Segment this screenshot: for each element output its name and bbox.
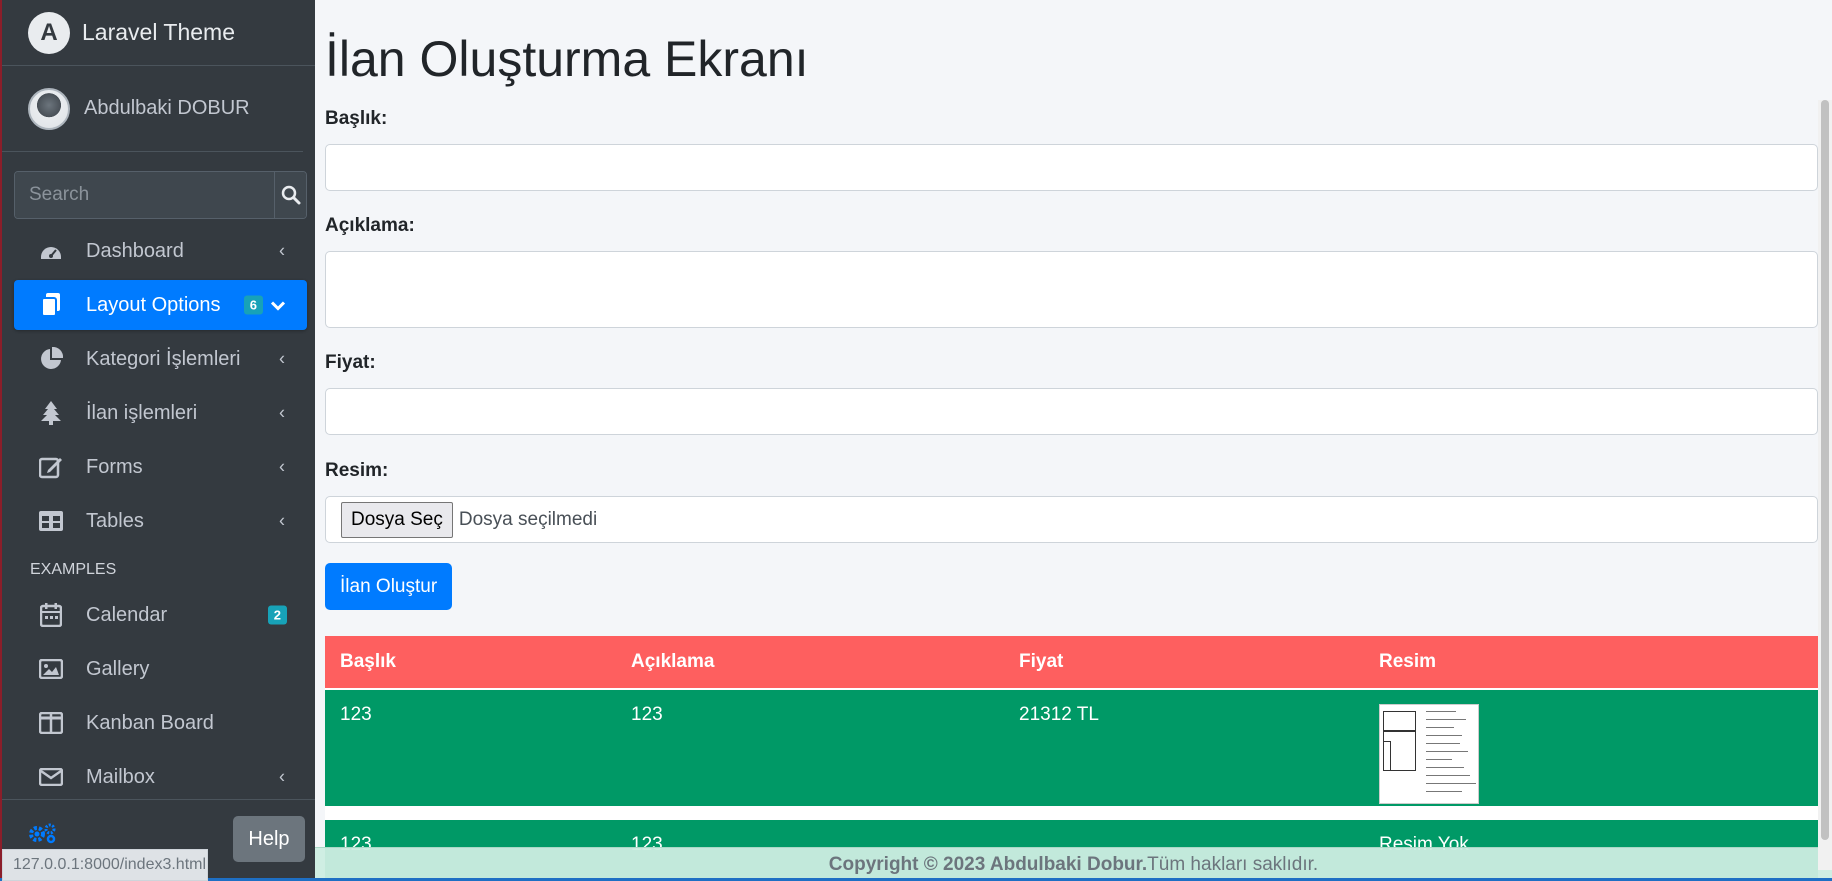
sidebar-item-forms[interactable]: Forms ‹ bbox=[14, 442, 307, 492]
description-textarea[interactable] bbox=[325, 251, 1818, 328]
chevron-left-icon: ‹ bbox=[279, 240, 285, 261]
avatar bbox=[28, 87, 70, 130]
sidebar-item-label: Mailbox bbox=[86, 765, 155, 788]
sidebar-item-label: Dashboard bbox=[86, 239, 184, 262]
sidebar-item-ilan[interactable]: İlan işlemleri ‹ bbox=[14, 388, 307, 438]
brand-title: Laravel Theme bbox=[82, 19, 235, 45]
price-input[interactable] bbox=[325, 388, 1818, 435]
page-title: İlan Oluşturma Ekranı bbox=[325, 31, 809, 87]
sidebar-item-label: Kanban Board bbox=[86, 711, 214, 734]
chevron-left-icon: ‹ bbox=[279, 766, 285, 787]
title-input[interactable] bbox=[325, 144, 1818, 191]
sidebar-item-label: Kategori İşlemleri bbox=[86, 347, 241, 370]
search-input[interactable] bbox=[15, 172, 274, 218]
footer-rights: Tüm hakları saklıdır. bbox=[1147, 853, 1319, 875]
title-label: Başlık: bbox=[325, 108, 388, 129]
chevron-left-icon: ‹ bbox=[279, 510, 285, 531]
brand-logo-icon: A bbox=[28, 11, 70, 54]
sidebar-item-label: Calendar bbox=[86, 603, 168, 626]
sidebar-item-kanban[interactable]: Kanban Board bbox=[14, 698, 307, 748]
sidebar-item-label: Gallery bbox=[86, 657, 150, 680]
cell-description: 123 bbox=[631, 704, 663, 725]
tree-icon bbox=[38, 400, 64, 426]
table-icon bbox=[38, 508, 64, 534]
sidebar-item-label: Forms bbox=[86, 455, 143, 478]
columns-icon bbox=[38, 710, 64, 736]
sidebar-item-mailbox[interactable]: Mailbox ‹ bbox=[14, 752, 307, 802]
status-bar-url: 127.0.0.1:8000/index3.html bbox=[2, 849, 208, 881]
edit-icon bbox=[38, 454, 64, 480]
sidebar-item-label: Layout Options bbox=[86, 293, 221, 316]
sidebar-item-tables[interactable]: Tables ‹ bbox=[14, 496, 307, 546]
image-file-input[interactable]: Dosya Seç Dosya seçilmedi bbox=[325, 496, 1818, 543]
create-listing-button[interactable]: İlan Oluştur bbox=[325, 563, 453, 610]
calendar-icon bbox=[38, 602, 64, 628]
image-icon bbox=[38, 656, 64, 682]
search-icon bbox=[281, 185, 300, 205]
user-name[interactable]: Abdulbaki DOBUR bbox=[84, 97, 250, 120]
listing-thumbnail[interactable] bbox=[1379, 704, 1479, 804]
page-footer: Copyright © 2023 Abdulbaki Dobur. Tüm ha… bbox=[315, 847, 1832, 881]
user-panel[interactable]: Abdulbaki DOBUR bbox=[2, 66, 303, 152]
chevron-left-icon: ‹ bbox=[279, 456, 285, 477]
settings-button[interactable] bbox=[28, 822, 58, 849]
choose-file-button[interactable]: Dosya Seç bbox=[341, 501, 453, 538]
sidebar-item-dashboard[interactable]: Dashboard ‹ bbox=[14, 226, 307, 276]
help-button[interactable]: Help bbox=[233, 816, 305, 862]
cell-image bbox=[1364, 704, 1818, 806]
tachometer-icon bbox=[38, 238, 64, 264]
file-status: Dosya seçilmedi bbox=[458, 508, 598, 530]
column-header-image: Resim bbox=[1379, 651, 1437, 672]
table-row: 123 123 21312 TL bbox=[325, 690, 1818, 820]
brand-link[interactable]: A Laravel Theme bbox=[2, 0, 315, 66]
sidebar-item-layout-options[interactable]: Layout Options 6 bbox=[14, 280, 307, 330]
envelope-icon bbox=[38, 764, 64, 790]
column-header-title: Başlık bbox=[340, 651, 396, 672]
scrollbar[interactable] bbox=[1818, 100, 1832, 870]
image-label: Resim: bbox=[325, 460, 389, 481]
chart-pie-icon bbox=[38, 346, 64, 372]
footer-copyright: Copyright © 2023 Abdulbaki Dobur. bbox=[828, 853, 1148, 875]
description-label: Açıklama: bbox=[325, 215, 415, 236]
table-header: Başlık Açıklama Fiyat Resim bbox=[325, 636, 1818, 690]
cell-price: 21312 TL bbox=[1019, 704, 1099, 725]
sidebar-item-gallery[interactable]: Gallery bbox=[14, 644, 307, 694]
column-header-description: Açıklama bbox=[631, 651, 715, 672]
cell-title: 123 bbox=[340, 704, 372, 725]
sidebar-search bbox=[14, 171, 307, 219]
sidebar-item-label: Tables bbox=[86, 509, 144, 532]
chevron-down-icon bbox=[270, 295, 286, 316]
main-content: İlan Oluşturma Ekranı Başlık: Açıklama: … bbox=[315, 0, 1832, 881]
gears-icon bbox=[29, 823, 56, 844]
sidebar-item-kategori[interactable]: Kategori İşlemleri ‹ bbox=[14, 334, 307, 384]
count-badge: 6 bbox=[243, 295, 263, 315]
chevron-left-icon: ‹ bbox=[279, 348, 285, 369]
sidebar-item-label: İlan işlemleri bbox=[86, 401, 198, 424]
search-button[interactable] bbox=[274, 172, 306, 218]
chevron-left-icon: ‹ bbox=[279, 402, 285, 423]
column-header-price: Fiyat bbox=[1019, 651, 1064, 672]
scrollbar-thumb[interactable] bbox=[1821, 100, 1829, 840]
count-badge: 2 bbox=[267, 605, 287, 625]
sidebar: A Laravel Theme Abdulbaki DOBUR Dashboar… bbox=[0, 0, 315, 881]
nav-header-examples: EXAMPLES bbox=[30, 561, 117, 578]
price-label: Fiyat: bbox=[325, 352, 376, 373]
sidebar-nav: Dashboard ‹ Layout Options 6 Kategori İş… bbox=[14, 226, 307, 806]
listings-table: Başlık Açıklama Fiyat Resim 123 123 2131… bbox=[325, 636, 1818, 880]
copy-icon bbox=[38, 292, 64, 318]
sidebar-item-calendar[interactable]: Calendar 2 bbox=[14, 590, 307, 640]
